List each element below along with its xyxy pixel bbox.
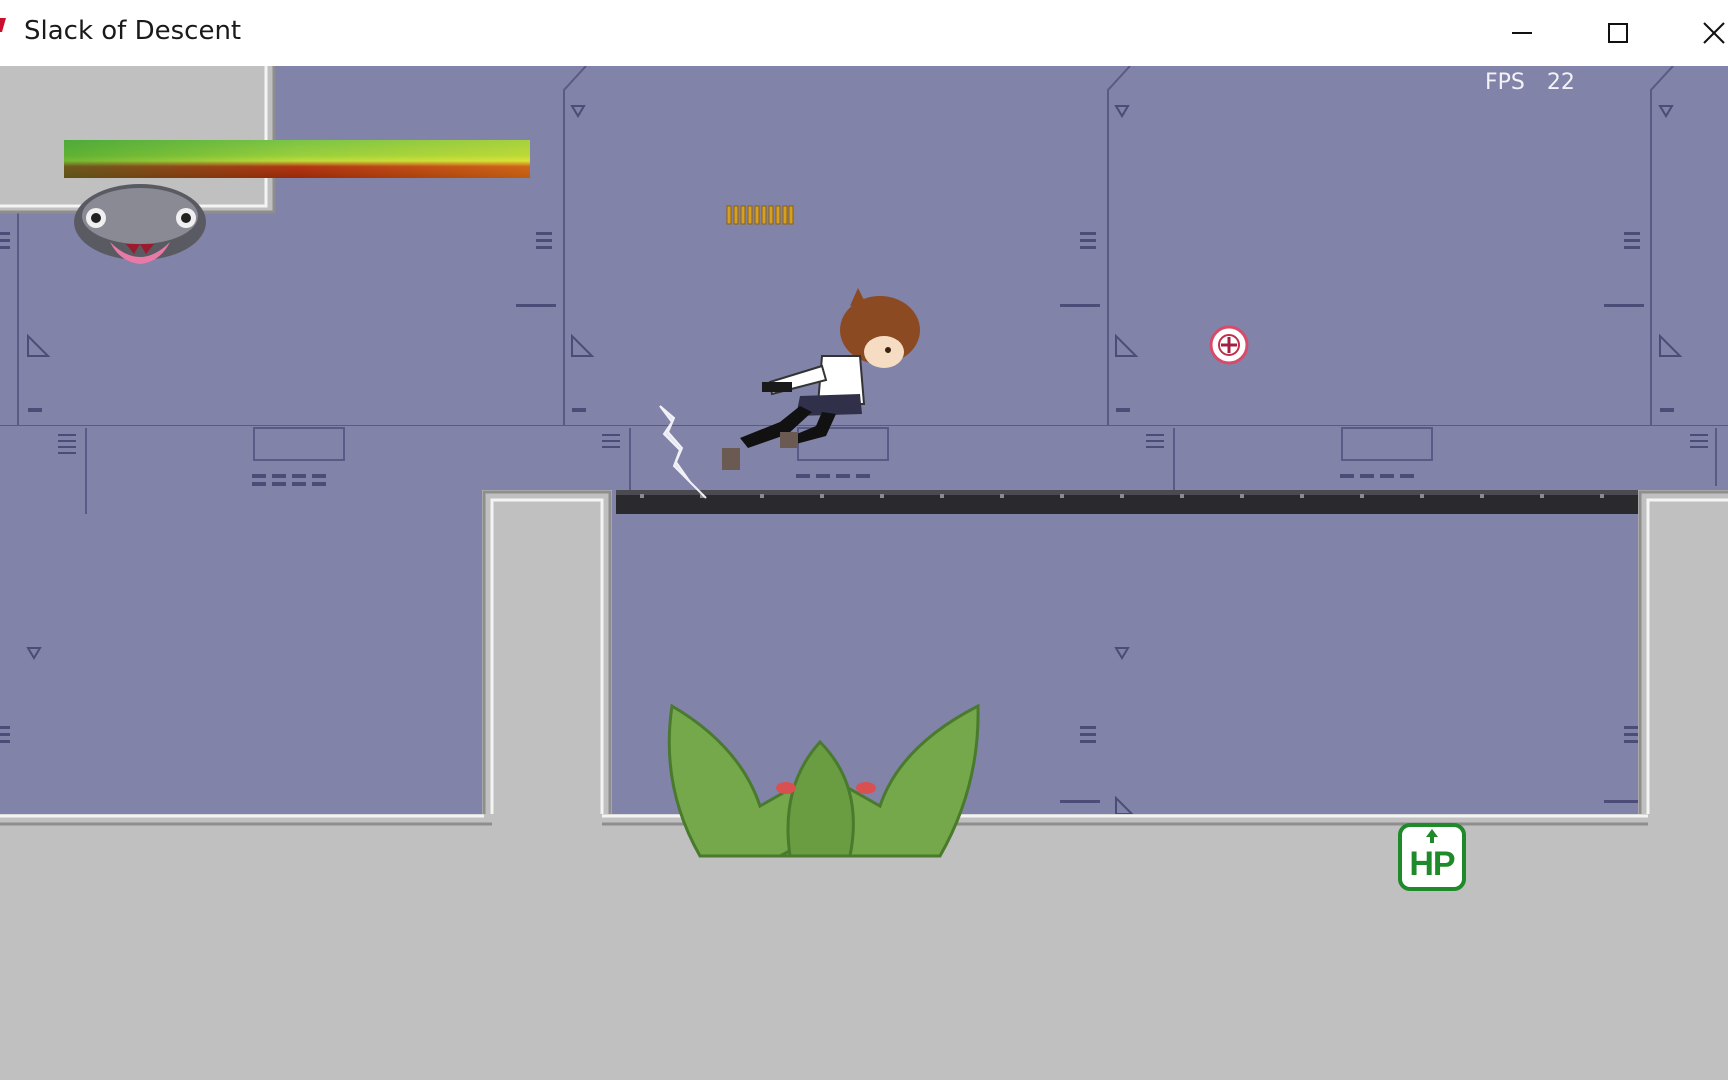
window-titlebar: Slack of Descent [0, 0, 1728, 66]
window-title: Slack of Descent [24, 16, 242, 46]
hp-pickup: HP [1398, 823, 1466, 891]
level-scene [0, 66, 1728, 1080]
maximize-button[interactable] [1570, 0, 1666, 66]
ammo-icon [726, 205, 794, 225]
close-icon [1703, 22, 1725, 44]
health-bar [64, 140, 530, 178]
lower-left-wall [0, 514, 482, 814]
close-button[interactable] [1666, 0, 1728, 66]
app-icon [0, 18, 8, 48]
crosshair-icon [1209, 325, 1249, 365]
game-viewport[interactable]: FPS 22 HP [0, 66, 1728, 1080]
metal-bridge [616, 490, 1638, 514]
fps-label: FPS [1485, 70, 1525, 95]
fps-counter: FPS 22 [1485, 70, 1575, 95]
ammo-indicator [726, 202, 794, 226]
minimize-icon [1512, 32, 1532, 34]
maximize-icon [1608, 23, 1628, 43]
lower-right-wall [612, 514, 1638, 815]
hp-pickup-label: HP [1409, 845, 1455, 883]
fps-value: 22 [1546, 70, 1575, 95]
minimize-button[interactable] [1474, 0, 1570, 66]
